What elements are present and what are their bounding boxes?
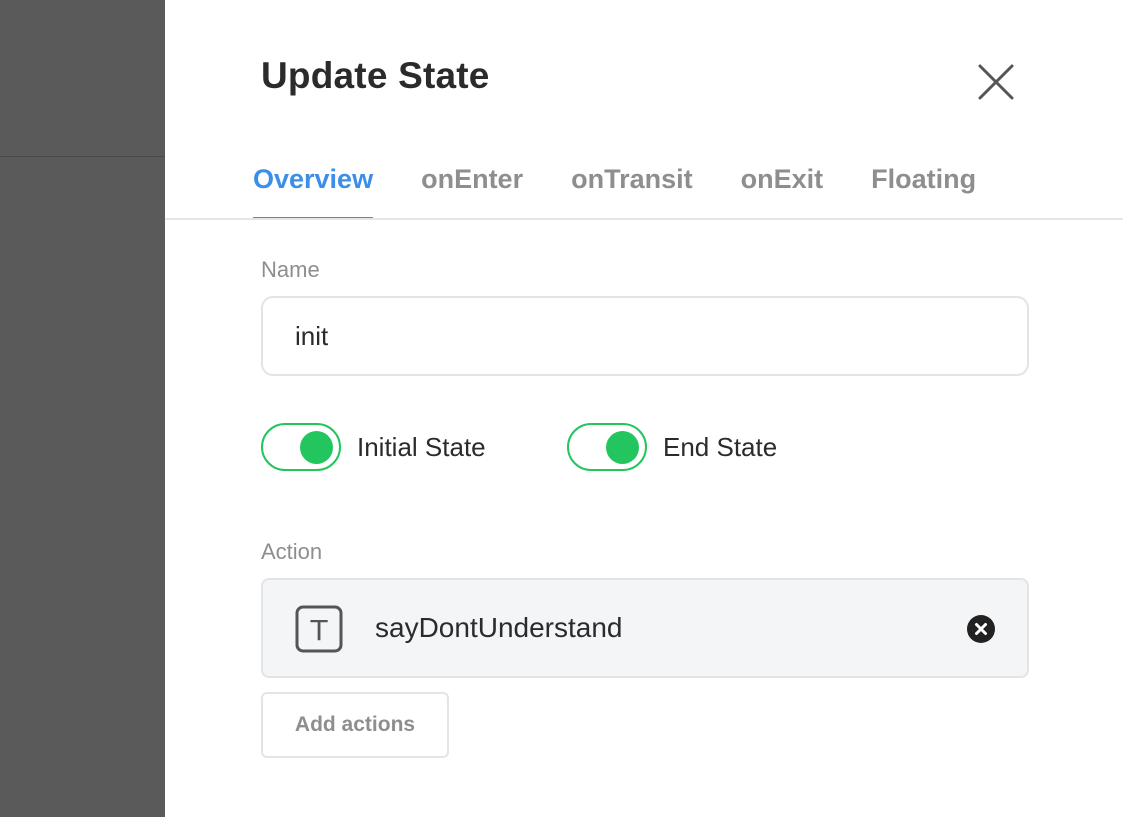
initial-state-label: Initial State [357,431,486,462]
add-actions-button[interactable]: Add actions [261,692,449,758]
update-state-panel: Update State Overview onEnter onTransit … [165,0,1123,817]
toggle-knob [300,431,333,464]
initial-state-toggle-group[interactable]: Initial State [261,423,486,471]
panel-title: Update State [261,55,490,96]
end-state-label: End State [663,431,778,462]
close-icon [978,64,1014,100]
name-label: Name [261,257,320,282]
modal-backdrop[interactable] [0,0,165,817]
text-icon: T [295,605,343,653]
toggle-knob [606,431,639,464]
end-state-toggle[interactable] [567,423,647,471]
end-state-toggle-group[interactable]: End State [567,423,777,471]
remove-action-button[interactable] [966,614,996,644]
tab-ontransit[interactable]: onTransit [571,158,693,220]
backdrop-divider [0,156,165,157]
tab-bar: Overview onEnter onTransit onExit Floati… [253,158,1024,220]
text-icon-glyph: T [309,614,328,647]
tab-floating[interactable]: Floating [871,158,976,220]
tab-onexit[interactable]: onExit [741,158,824,220]
action-label: Action [261,539,323,564]
close-button[interactable] [977,63,1015,101]
action-name: sayDontUnderstand [375,612,623,643]
name-input[interactable] [261,296,1029,376]
tabs-divider [165,218,1123,220]
tab-overview[interactable]: Overview [253,158,374,220]
tab-onenter[interactable]: onEnter [421,158,523,220]
remove-circle-icon [967,615,995,643]
action-item[interactable]: T sayDontUnderstand [261,578,1029,678]
initial-state-toggle[interactable] [261,423,341,471]
